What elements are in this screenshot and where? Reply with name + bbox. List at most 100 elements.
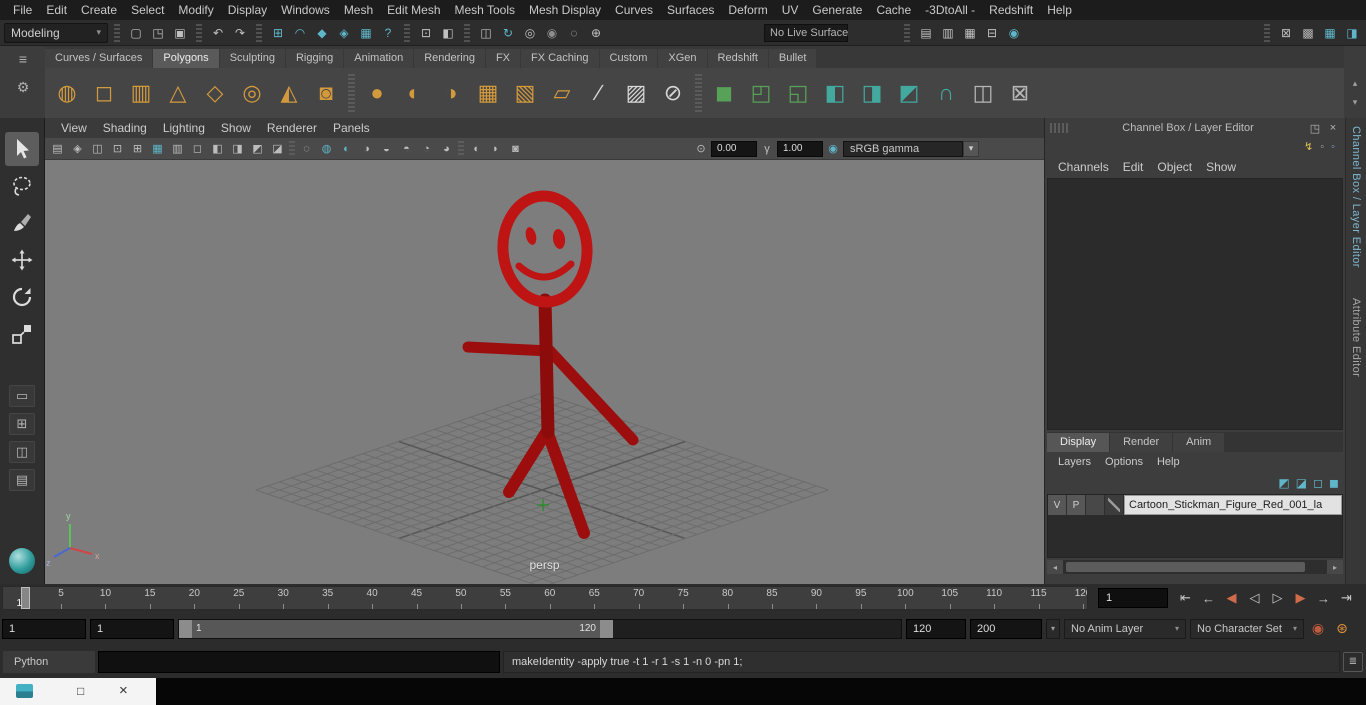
bridge-icon[interactable]: ∩ (929, 76, 963, 110)
separator-grip[interactable] (464, 23, 470, 42)
image-plane-icon[interactable]: ⊡ (108, 140, 127, 158)
auto-keyframe-icon[interactable]: ⊛ (1332, 619, 1352, 639)
channel-box-menu-edit[interactable]: Edit (1116, 160, 1151, 174)
boolean-difference-icon[interactable]: ◰ (744, 76, 778, 110)
shelf-scroll-down-icon[interactable]: ▾ (1353, 97, 1358, 108)
boolean-intersection-icon[interactable]: ◱ (781, 76, 815, 110)
poly-pyramid-icon[interactable]: ◭ (272, 76, 306, 110)
gamma-icon[interactable]: γ (759, 143, 775, 155)
menu-cache[interactable]: Cache (869, 0, 918, 20)
menu-deform[interactable]: Deform (721, 0, 774, 20)
shelf-tab-rendering[interactable]: Rendering (414, 49, 485, 68)
separator-grip[interactable] (904, 23, 910, 42)
save-scene-icon[interactable]: ▣ (170, 23, 190, 43)
anim-layer-combo[interactable]: No Anim Layer ▾ (1064, 618, 1186, 639)
lock-camera-icon[interactable]: ◈ (68, 140, 87, 158)
viewport-canvas[interactable]: y x z persp (45, 160, 1044, 584)
play-backwards-button[interactable]: ◁ (1243, 587, 1266, 609)
range-slider-bar[interactable]: 1 120 (179, 619, 613, 638)
field-chart-icon[interactable]: ◨ (228, 140, 247, 158)
shelf-tab-fx-caching[interactable]: FX Caching (521, 49, 599, 68)
layer-row[interactable]: V P Cartoon_Stickman_Figure_Red_001_la (1048, 495, 1342, 516)
channel-box-menu-channels[interactable]: Channels (1051, 160, 1116, 174)
scrollbar-track[interactable] (1063, 560, 1327, 574)
snap-to-view-plane-icon[interactable]: ▦ (356, 23, 376, 43)
four-pane-layout-button[interactable]: ⊞ (9, 413, 35, 435)
layer-menu-options[interactable]: Options (1098, 456, 1150, 468)
gamma-field[interactable]: 1.00 (777, 140, 823, 157)
menu-file[interactable]: File (6, 0, 39, 20)
layer-name[interactable]: Cartoon_Stickman_Figure_Red_001_la (1124, 495, 1342, 515)
separator-grip[interactable] (404, 23, 410, 42)
layer-color-swatch[interactable] (1105, 495, 1124, 515)
lasso-tool[interactable] (5, 169, 39, 203)
move-tool[interactable] (5, 243, 39, 277)
layer-playback-toggle[interactable]: P (1067, 495, 1086, 515)
new-scene-icon[interactable]: ▢ (126, 23, 146, 43)
animation-start-field[interactable]: 1 (2, 618, 86, 639)
single-pane-layout-button[interactable]: ▭ (9, 385, 35, 407)
menu-set-selector[interactable]: Modeling ▾ (4, 22, 108, 43)
range-start-handle[interactable] (179, 619, 192, 638)
rotate-tool[interactable] (5, 280, 39, 314)
go-to-start-button[interactable]: ⇤ (1174, 587, 1197, 609)
combine-icon[interactable]: ◧ (818, 76, 852, 110)
camera-bookmark-icon[interactable]: ◫ (88, 140, 107, 158)
time-ruler[interactable]: 5 10 15 20 25 30 35 40 45 50 55 60 65 70 75 80 85 90 95 100… (2, 586, 1088, 610)
poly-cube-icon[interactable]: ◻ (87, 76, 121, 110)
menu-display[interactable]: Display (221, 0, 274, 20)
scroll-left-icon[interactable]: ◂ (1047, 560, 1063, 574)
separate-icon[interactable]: ◨ (855, 76, 889, 110)
shelf-gear-icon[interactable]: ⚙ (14, 78, 32, 96)
shelf-tab-animation[interactable]: Animation (344, 49, 414, 68)
channel-box-toggle-icon[interactable]: ▦ (1320, 23, 1340, 43)
attribute-editor-toggle-icon[interactable]: ◨ (1342, 23, 1362, 43)
separator-grip[interactable] (196, 23, 202, 42)
snap-to-projected-center-icon[interactable]: ◈ (334, 23, 354, 43)
workspace-icon[interactable]: ▩ (1298, 23, 1318, 43)
quad-draw-icon[interactable]: ▨ (619, 76, 653, 110)
use-all-lights-icon[interactable]: ◑ (357, 140, 376, 158)
perspective-viewport[interactable]: View Shading Lighting Show Renderer Panels ▤ ◈… (45, 118, 1044, 584)
resolution-gate-icon[interactable]: ◻ (188, 140, 207, 158)
layer-menu-layers[interactable]: Layers (1051, 456, 1098, 468)
maximize-icon[interactable]: □ (77, 685, 89, 697)
mirror-icon[interactable]: ◫ (966, 76, 1000, 110)
menu-edit[interactable]: Edit (39, 0, 74, 20)
menu-surfaces[interactable]: Surfaces (660, 0, 721, 20)
current-frame-indicator[interactable] (20, 587, 30, 609)
shelf-menu-icon[interactable]: ≡ (14, 50, 32, 68)
snap-to-grid-icon[interactable]: ⊞ (268, 23, 288, 43)
move-layer-up-icon[interactable]: ◩ (1278, 476, 1289, 490)
menu-generate[interactable]: Generate (805, 0, 869, 20)
menu-mesh-tools[interactable]: Mesh Tools (448, 0, 522, 20)
panel-menu-shading[interactable]: Shading (95, 118, 155, 138)
play-forwards-button[interactable]: ▷ (1266, 587, 1289, 609)
gate-mask-icon[interactable]: ◧ (208, 140, 227, 158)
layer-display-type-toggle[interactable] (1086, 495, 1105, 515)
menu-select[interactable]: Select (124, 0, 171, 20)
menu-uv[interactable]: UV (775, 0, 806, 20)
poly-sphere-icon[interactable]: ◍ (50, 76, 84, 110)
slow-filter-icon[interactable]: ◦ (1320, 141, 1324, 153)
xray-icon[interactable]: ◗ (486, 140, 505, 158)
render-settings-icon[interactable]: ⊟ (982, 23, 1002, 43)
ipr-render-icon[interactable]: ▥ (938, 23, 958, 43)
grid-toggle-icon[interactable]: ▦ (148, 140, 167, 158)
layer-menu-help[interactable]: Help (1150, 456, 1187, 468)
view-transform-combo[interactable]: sRGB gamma (843, 140, 963, 157)
channel-box-menu-object[interactable]: Object (1150, 160, 1199, 174)
menu-curves[interactable]: Curves (608, 0, 660, 20)
shelf-tab-bullet[interactable]: Bullet (768, 49, 817, 68)
multi-cut-icon[interactable]: ⊘ (656, 76, 690, 110)
speed-filter-icon[interactable]: ↯ (1304, 141, 1313, 153)
separator-grip[interactable] (114, 23, 120, 42)
view-transform-dropdown-arrow[interactable]: ▾ (963, 140, 979, 157)
close-panel-icon[interactable]: × (1326, 121, 1340, 135)
move-layer-down-icon[interactable]: ◪ (1296, 476, 1307, 490)
layer-tab-render[interactable]: Render (1110, 433, 1173, 452)
poly-torus-icon[interactable]: ◎ (235, 76, 269, 110)
shelf-tab-curves-surfaces[interactable]: Curves / Surfaces (45, 49, 153, 68)
shadows-icon[interactable]: ◒ (377, 140, 396, 158)
highlight-selection-mode-icon[interactable]: ◧ (438, 23, 458, 43)
